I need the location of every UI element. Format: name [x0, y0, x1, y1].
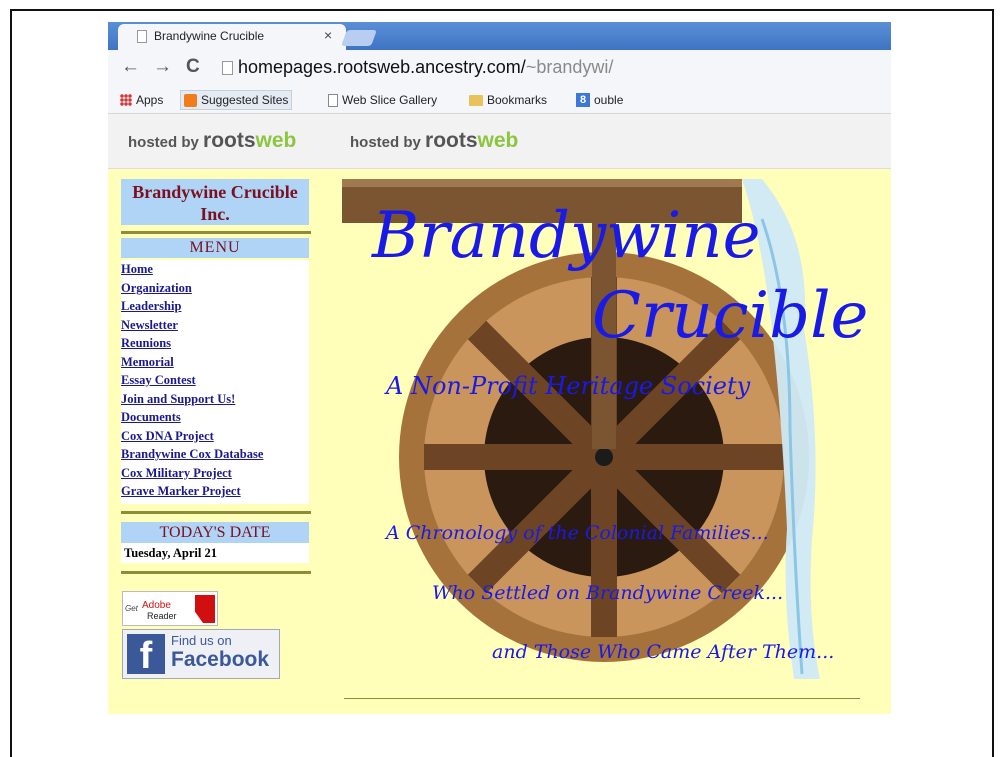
menu-link-essay-contest[interactable]: Essay Contest	[121, 371, 309, 390]
adobe-pdf-icon	[195, 595, 215, 623]
tab-brandywine-crucible[interactable]: Brandywine Crucible ×	[118, 24, 346, 50]
find-us-on-facebook-button[interactable]: f Find us on Facebook	[122, 629, 280, 679]
todays-date-heading: TODAY'S DATE	[121, 522, 309, 543]
bookmark-suggested-sites[interactable]: Suggested Sites	[180, 90, 293, 110]
hero-line1: A Chronology of the Colonial Families...	[386, 522, 769, 544]
bookmark-apps[interactable]: Apps	[120, 90, 163, 110]
page-icon	[328, 93, 338, 107]
menu-link-cox-dna-project[interactable]: Cox DNA Project	[121, 427, 309, 446]
hero-title-line1: Brandywine	[372, 199, 761, 273]
facebook-icon: f	[127, 634, 165, 677]
reload-icon[interactable]: C	[186, 56, 200, 78]
page-favicon-icon	[137, 30, 147, 43]
page-content: hosted by rootsweb hosted by rootsweb Br…	[108, 114, 891, 714]
bookmark-folder-bookmarks[interactable]: Bookmarks	[469, 90, 547, 110]
org-title: Brandywine Crucible Inc.	[121, 179, 309, 225]
hero-line3: and Those Who Came After Them...	[492, 641, 835, 663]
menu-link-reunions[interactable]: Reunions	[121, 334, 309, 353]
menu-link-grave-marker-project[interactable]: Grave Marker Project	[121, 482, 309, 501]
browser-window: Brandywine Crucible × ← → C homepages.ro…	[108, 22, 891, 714]
menu-link-cox-military-project[interactable]: Cox Military Project	[121, 464, 309, 483]
menu-link-memorial[interactable]: Memorial	[121, 353, 309, 372]
hero-title-line2: Crucible	[592, 279, 869, 353]
address-bar[interactable]: homepages.rootsweb.ancestry.com/~brandyw…	[216, 55, 891, 81]
new-tab-button[interactable]	[341, 30, 377, 46]
menu-link-home[interactable]: Home	[121, 260, 309, 279]
hero-line2: Who Settled on Brandywine Creek...	[432, 582, 784, 604]
url-text: homepages.rootsweb.ancestry.com/~brandyw…	[238, 57, 614, 77]
tab-close-icon[interactable]: ×	[324, 27, 332, 43]
menu-link-documents[interactable]: Documents	[121, 408, 309, 427]
suggested-sites-icon	[184, 93, 197, 107]
divider	[121, 231, 311, 234]
bookmark-ouble[interactable]: 8 ouble	[576, 90, 623, 110]
hosted-by-rootsweb-logo[interactable]: hosted by rootsweb	[128, 129, 296, 153]
menu-link-organization[interactable]: Organization	[121, 279, 309, 298]
page-icon	[222, 61, 233, 75]
divider	[121, 511, 311, 514]
toolbar: ← → C homepages.rootsweb.ancestry.com/~b…	[108, 50, 891, 86]
back-arrow-icon[interactable]: ←	[121, 56, 140, 78]
hero-tagline: A Non-Profit Heritage Society	[386, 372, 751, 400]
todays-date-value: Tuesday, April 21	[121, 543, 309, 563]
google-icon: 8	[576, 93, 590, 107]
divider	[121, 571, 311, 574]
tab-title: Brandywine Crucible	[154, 29, 265, 43]
menu-link-newsletter[interactable]: Newsletter	[121, 316, 309, 335]
menu-list: Home Organization Leadership Newsletter …	[121, 260, 309, 504]
hero-banner: Brandywine Crucible A Non-Profit Heritag…	[342, 179, 868, 699]
forward-arrow-icon[interactable]: →	[153, 56, 172, 78]
apps-icon	[120, 94, 132, 106]
get-adobe-reader-button[interactable]: Get Adobe Reader	[122, 591, 218, 626]
folder-icon	[469, 94, 483, 106]
menu-link-leadership[interactable]: Leadership	[121, 297, 309, 316]
hosted-by-banner: hosted by rootsweb hosted by rootsweb	[108, 114, 891, 169]
bookmark-web-slice-gallery[interactable]: Web Slice Gallery	[328, 90, 437, 110]
menu-heading: MENU	[121, 238, 309, 258]
menu-link-join-support[interactable]: Join and Support Us!	[121, 390, 309, 409]
hosted-by-rootsweb-logo[interactable]: hosted by rootsweb	[350, 129, 518, 153]
menu-link-brandywine-cox-database[interactable]: Brandywine Cox Database	[121, 445, 309, 464]
bookmarks-bar: Apps Suggested Sites Web Slice Gallery B…	[108, 86, 891, 114]
tab-strip: Brandywine Crucible ×	[108, 22, 891, 50]
